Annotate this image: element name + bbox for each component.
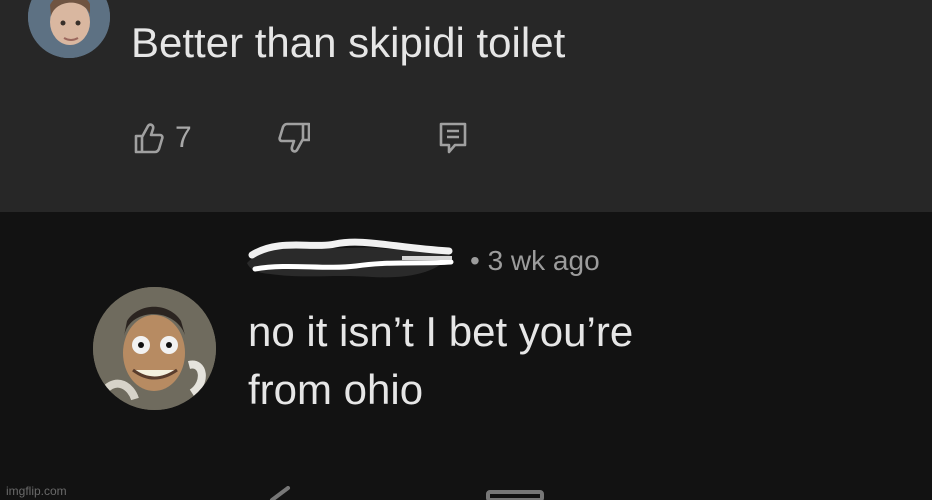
comment-text: Better than skipidi toilet — [131, 19, 566, 66]
child-face-image — [28, 0, 110, 58]
watermark: imgflip.com — [6, 484, 67, 498]
username-redaction — [240, 228, 460, 286]
avatar[interactable] — [28, 0, 110, 58]
toilet-head-face-image — [93, 287, 216, 410]
thumbs-up-icon — [134, 123, 164, 154]
reply-comment-text: no it isn’t I bet you’re from ohio — [248, 303, 868, 419]
reply-button[interactable] — [437, 120, 469, 156]
dislike-button[interactable] — [274, 121, 310, 155]
like-button[interactable] — [131, 121, 165, 155]
comment-timestamp: • 3 wk ago — [470, 245, 600, 276]
cropped-icons — [270, 486, 544, 500]
like-count: 7 — [175, 121, 192, 154]
thumbs-down-icon — [278, 122, 310, 153]
avatar[interactable] — [93, 287, 216, 410]
reply-comment-line: from ohio — [248, 366, 424, 413]
reply-comment-line: no it isn’t I bet you’re — [248, 308, 634, 355]
comment-thread: Better than skipidi toilet 7 • 3 wk ago … — [0, 0, 932, 500]
reply-icon — [439, 122, 466, 154]
scribble-icon — [247, 238, 454, 278]
cropped-action-icons — [250, 486, 570, 500]
comment-card-top: Better than skipidi toilet 7 — [0, 0, 932, 212]
comment-actions: 7 — [131, 118, 469, 158]
